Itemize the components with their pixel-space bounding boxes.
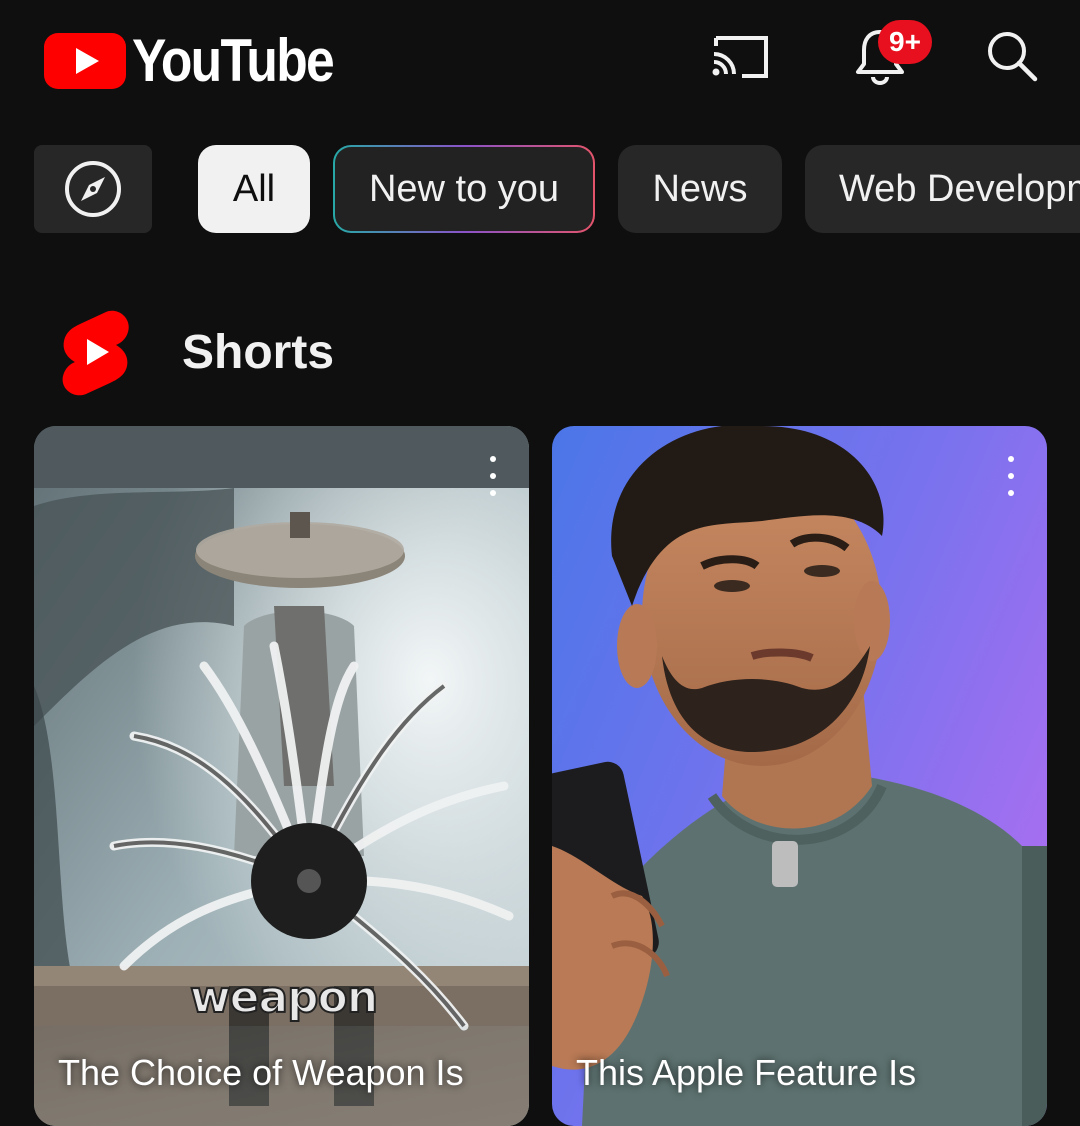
more-options-button[interactable] <box>1001 456 1021 496</box>
search-icon <box>988 32 1038 82</box>
chip-all[interactable]: All <box>198 145 310 233</box>
notification-badge: 9+ <box>878 20 932 64</box>
shorts-section-title: Shorts <box>182 325 335 379</box>
filter-chips-bar: All New to you News Web Developm <box>0 145 1080 235</box>
top-app-bar: YouTube 9+ <box>0 0 1080 120</box>
more-options-button[interactable] <box>483 456 503 496</box>
logo-wordmark: YouTube <box>132 27 335 94</box>
explore-button[interactable] <box>34 145 152 233</box>
short-card-2[interactable] <box>552 426 1047 1126</box>
youtube-play-logo-icon <box>44 32 126 89</box>
chip-web-development[interactable]: Web Developm <box>805 145 1080 233</box>
cast-button[interactable] <box>710 26 770 86</box>
cast-icon <box>712 36 768 78</box>
chip-news[interactable]: News <box>618 145 782 233</box>
short-2-thumbnail <box>552 426 1047 1126</box>
more-vert-icon <box>490 456 496 462</box>
chip-new-to-you[interactable]: New to you <box>333 145 595 233</box>
short-1-title[interactable]: The Choice of Weapon Is <box>58 1052 464 1094</box>
shorts-section-header: Shorts <box>58 308 334 396</box>
search-button[interactable] <box>982 26 1042 86</box>
shorts-logo-icon <box>62 310 129 396</box>
youtube-logo[interactable]: YouTube <box>44 26 366 95</box>
short-1-overlay-text: weapon <box>189 971 379 1024</box>
more-vert-icon <box>1008 456 1014 462</box>
short-2-title[interactable]: This Apple Feature Is <box>576 1052 916 1094</box>
compass-icon <box>65 161 121 217</box>
